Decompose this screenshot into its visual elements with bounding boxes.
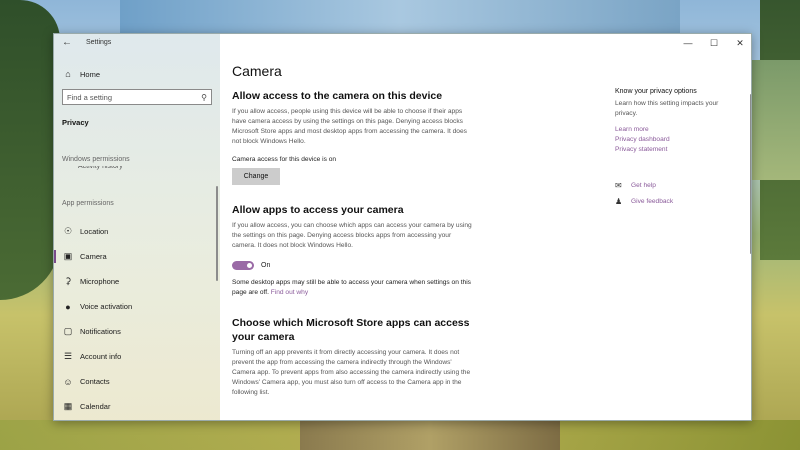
voice-activation-icon: ● xyxy=(65,301,71,312)
background-path xyxy=(300,420,560,450)
give-feedback-label: Give feedback xyxy=(631,197,674,205)
nav-item-label: Contacts xyxy=(80,377,110,386)
background-sky xyxy=(120,0,680,34)
titlebar: ← Settings xyxy=(54,34,220,52)
nav-item-label: Voice activation xyxy=(80,302,133,311)
get-help-link[interactable]: ✉ Get help xyxy=(615,177,740,193)
section3-description: Turning off an app prevents it from dire… xyxy=(232,349,471,396)
minimize-icon[interactable]: — xyxy=(675,34,701,52)
nav-item-notifications[interactable]: ▢ Notifications xyxy=(54,319,220,344)
close-icon[interactable]: ✕ xyxy=(727,34,751,52)
nav-item-contacts[interactable]: ☺ Contacts xyxy=(54,369,220,394)
settings-content: Allow access to the camera on this devic… xyxy=(232,89,472,398)
sidebar: ← Settings ⌂ Home ⚲ Privacy Windows perm… xyxy=(54,34,220,420)
nav-item-activity-history-partial[interactable]: Activity history xyxy=(78,166,123,172)
change-button[interactable]: Change xyxy=(232,168,280,185)
privacy-links: Learn more Privacy dashboard Privacy sta… xyxy=(615,125,740,155)
app-permissions-heading: App permissions xyxy=(62,200,114,207)
nav-item-camera[interactable]: ▣ Camera xyxy=(54,244,220,269)
toggle-state-label: On xyxy=(261,262,271,269)
nav-item-label: Location xyxy=(80,227,109,236)
main-content: — ☐ ✕ Camera Allow access to the camera … xyxy=(220,34,751,420)
nav-item-microphone[interactable]: ⚳ Microphone xyxy=(54,269,220,294)
nav-item-location[interactable]: ☉ Location xyxy=(54,219,220,244)
nav-home[interactable]: ⌂ Home xyxy=(60,66,216,82)
section2-heading: Allow apps to access your camera xyxy=(232,204,404,216)
nav-item-label: Calendar xyxy=(80,402,111,411)
home-icon: ⌂ xyxy=(65,69,71,79)
toggle-knob xyxy=(247,263,252,268)
app-permissions-list: ☉ Location ▣ Camera ⚳ Microphone ● Voice… xyxy=(54,219,220,419)
nav-item-calendar[interactable]: ▦ Calendar xyxy=(54,394,220,419)
search-input[interactable] xyxy=(67,92,195,102)
related-panel: Know your privacy options Learn how this… xyxy=(615,88,740,209)
app-title: Settings xyxy=(86,39,112,46)
location-icon: ☉ xyxy=(63,226,73,236)
section1-description: If you allow access, people using this d… xyxy=(232,108,467,145)
window-controls: — ☐ ✕ xyxy=(675,34,751,52)
help-section: ✉ Get help ♟ Give feedback xyxy=(615,177,740,209)
background-tree-left xyxy=(0,0,60,300)
camera-toggle-row: On xyxy=(232,261,472,270)
search-icon[interactable]: ⚲ xyxy=(201,93,207,102)
settings-window: ← Settings ⌂ Home ⚲ Privacy Windows perm… xyxy=(53,33,752,421)
nav-item-label: Camera xyxy=(80,252,107,261)
desktop-apps-note: Some desktop apps may still be able to a… xyxy=(232,278,472,298)
camera-access-toggle[interactable] xyxy=(232,261,254,270)
device-access-status: Camera access for this device is on xyxy=(232,156,337,163)
nav-item-label: Account info xyxy=(80,352,122,361)
content-scrollbar[interactable] xyxy=(750,94,751,254)
notifications-icon: ▢ xyxy=(63,326,73,336)
section1-heading: Allow access to the camera on this devic… xyxy=(232,90,443,102)
microphone-icon: ⚳ xyxy=(64,276,72,286)
section2-description: If you allow access, you can choose whic… xyxy=(232,222,472,249)
note-text: Some desktop apps may still be able to a… xyxy=(232,279,471,296)
camera-icon: ▣ xyxy=(63,251,73,261)
windows-permissions-heading: Windows permissions xyxy=(62,156,130,163)
privacy-options-description: Learn how this setting impacts your priv… xyxy=(615,100,719,117)
account-info-icon: ☰ xyxy=(63,351,73,361)
back-arrow-icon[interactable]: ← xyxy=(62,37,72,48)
chat-icon: ✉ xyxy=(615,180,622,190)
find-out-why-link[interactable]: Find out why xyxy=(271,289,308,296)
privacy-dashboard-link[interactable]: Privacy dashboard xyxy=(615,135,740,145)
page-title: Camera xyxy=(232,63,282,79)
nav-home-label: Home xyxy=(80,69,101,79)
search-box[interactable]: ⚲ xyxy=(62,89,212,105)
contacts-icon: ☺ xyxy=(63,376,73,387)
nav-item-label: Microphone xyxy=(80,277,120,286)
feedback-icon: ♟ xyxy=(615,196,623,206)
section3-heading: Choose which Microsoft Store apps can ac… xyxy=(232,317,470,343)
privacy-options-title: Know your privacy options xyxy=(615,88,697,95)
sidebar-scrollbar[interactable] xyxy=(216,186,218,281)
get-help-label: Get help xyxy=(631,181,656,189)
nav-item-account-info[interactable]: ☰ Account info xyxy=(54,344,220,369)
maximize-icon[interactable]: ☐ xyxy=(701,34,727,52)
background-hill xyxy=(752,60,800,180)
learn-more-link[interactable]: Learn more xyxy=(615,125,740,135)
nav-item-label: Notifications xyxy=(80,327,121,336)
give-feedback-link[interactable]: ♟ Give feedback xyxy=(615,193,740,209)
calendar-icon: ▦ xyxy=(63,401,73,411)
privacy-statement-link[interactable]: Privacy statement xyxy=(615,145,740,155)
nav-item-voice-activation[interactable]: ● Voice activation xyxy=(54,294,220,319)
privacy-heading: Privacy xyxy=(62,118,89,127)
